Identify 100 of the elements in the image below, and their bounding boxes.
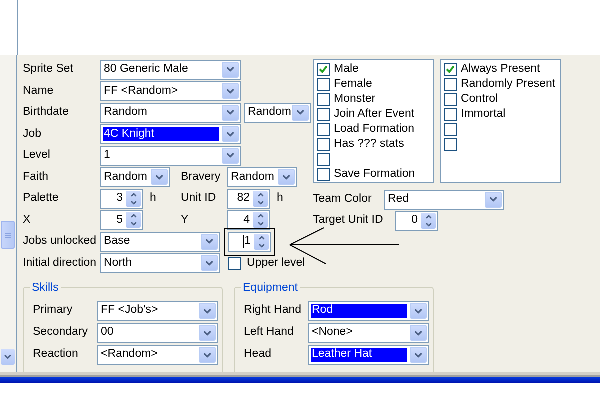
dropdown-button[interactable] bbox=[199, 325, 216, 341]
checkbox[interactable] bbox=[317, 93, 330, 106]
dropdown-button[interactable] bbox=[292, 104, 309, 121]
dropdown[interactable]: <Random> bbox=[97, 345, 218, 365]
checkbox-label: Randomly Present bbox=[461, 76, 556, 92]
checkbox[interactable] bbox=[317, 123, 330, 136]
dropdown[interactable]: 1 bbox=[100, 146, 241, 166]
dropdown-button[interactable] bbox=[278, 169, 295, 186]
spin-field[interactable]: 4 bbox=[227, 210, 270, 230]
spin-buttons[interactable] bbox=[126, 212, 141, 228]
checkbox-label: Immortal bbox=[461, 106, 506, 122]
dropdown[interactable]: 00 bbox=[97, 323, 218, 343]
field-label: Target Unit ID bbox=[313, 212, 384, 228]
checkbox[interactable] bbox=[444, 138, 457, 151]
spin-value: 0 bbox=[410, 212, 419, 228]
scrollbar[interactable] bbox=[0, 55, 17, 372]
checkbox[interactable] bbox=[444, 123, 457, 136]
dropdown[interactable]: Rod bbox=[308, 301, 429, 321]
dropdown-button[interactable] bbox=[201, 255, 218, 272]
spin-field[interactable]: 5 bbox=[100, 210, 143, 230]
dropdown[interactable]: Random bbox=[244, 102, 311, 123]
dropdown-button[interactable] bbox=[485, 192, 502, 208]
field-label: Y bbox=[181, 212, 190, 228]
checkbox[interactable] bbox=[317, 108, 330, 121]
dropdown-button[interactable] bbox=[222, 148, 239, 164]
dropdown-value: Red bbox=[387, 192, 410, 207]
field-label: Name bbox=[23, 84, 55, 99]
field-label: Bravery bbox=[181, 170, 222, 185]
field-label: Head bbox=[244, 347, 272, 362]
dropdown-value: Random bbox=[103, 170, 148, 185]
checkbox[interactable] bbox=[317, 78, 330, 91]
scrollbar-thumb[interactable] bbox=[1, 221, 15, 249]
field-label: X bbox=[23, 212, 32, 228]
field-label: Left Hand bbox=[244, 325, 295, 340]
checkmark-icon bbox=[446, 65, 455, 74]
dropdown-button[interactable] bbox=[410, 325, 427, 341]
dropdown[interactable]: FF <Job's> bbox=[97, 301, 218, 321]
dropdown[interactable]: Random bbox=[100, 167, 170, 188]
dropdown-value: Random bbox=[247, 105, 291, 120]
spin-field[interactable]: 3 bbox=[100, 188, 143, 209]
spin-field[interactable]: 0 bbox=[395, 210, 438, 230]
field-label: Initial direction bbox=[23, 256, 98, 271]
checkmark-icon bbox=[319, 65, 328, 74]
checkbox[interactable] bbox=[444, 63, 457, 76]
dropdown[interactable]: <None> bbox=[308, 323, 429, 343]
checkbox-label: Save Formation bbox=[334, 166, 416, 182]
field-label: Level bbox=[23, 148, 52, 164]
checkbox[interactable] bbox=[317, 168, 330, 181]
dropdown[interactable]: Red bbox=[384, 190, 504, 210]
checkbox-label: Upper level bbox=[247, 256, 306, 271]
spin-buttons[interactable] bbox=[254, 234, 269, 250]
dropdown[interactable]: 4C Knight bbox=[100, 124, 241, 144]
dropdown-button[interactable] bbox=[199, 303, 216, 319]
dropdown-value: FF <Random> bbox=[103, 84, 180, 99]
spin-buttons[interactable] bbox=[126, 190, 141, 207]
checkbox-label: Control bbox=[461, 92, 498, 107]
spin-buttons[interactable] bbox=[421, 212, 436, 228]
dropdown-button[interactable] bbox=[201, 234, 218, 250]
field-label: Team Color bbox=[313, 192, 373, 207]
chevron-down-icon bbox=[3, 352, 13, 362]
checkbox[interactable] bbox=[444, 108, 457, 121]
dropdown-value: FF <Job's> bbox=[100, 303, 160, 318]
dropdown-value: 00 bbox=[100, 325, 115, 340]
checkbox-label: Male bbox=[334, 62, 359, 77]
dropdown[interactable]: Base bbox=[100, 232, 220, 252]
dropdown[interactable]: Random bbox=[100, 102, 241, 123]
checkbox-label: Female bbox=[334, 76, 372, 92]
dropdown-button[interactable] bbox=[410, 347, 427, 363]
spin-value: 82 bbox=[236, 191, 251, 206]
checkbox[interactable] bbox=[317, 138, 330, 151]
dropdown-button[interactable] bbox=[222, 104, 239, 121]
spin-field[interactable]: 1 bbox=[228, 232, 271, 252]
spin-buttons[interactable] bbox=[253, 212, 268, 228]
scroll-down-button[interactable] bbox=[1, 349, 15, 365]
field-label: Birthdate bbox=[23, 105, 70, 120]
dropdown-button[interactable] bbox=[222, 62, 239, 78]
dropdown-value: Base bbox=[103, 234, 132, 250]
dropdown[interactable]: North bbox=[100, 253, 220, 274]
checkbox[interactable] bbox=[228, 256, 241, 270]
checkbox[interactable] bbox=[317, 63, 330, 76]
spin-field[interactable]: 82 bbox=[227, 188, 270, 209]
dropdown[interactable]: Leather Hat bbox=[308, 345, 429, 365]
dropdown-button[interactable] bbox=[222, 83, 239, 100]
dropdown[interactable]: 80 Generic Male bbox=[100, 60, 241, 80]
dropdown-button[interactable] bbox=[151, 169, 168, 186]
dropdown-button[interactable] bbox=[222, 126, 239, 142]
unit-label: h bbox=[277, 191, 284, 206]
field-label: Job bbox=[23, 126, 43, 142]
dropdown[interactable]: FF <Random> bbox=[100, 81, 241, 102]
checkbox-label: Load Formation bbox=[334, 122, 415, 137]
checkbox[interactable] bbox=[444, 93, 457, 106]
dropdown-button[interactable] bbox=[410, 303, 427, 319]
dropdown-button[interactable] bbox=[199, 347, 216, 363]
checkbox[interactable] bbox=[444, 78, 457, 91]
spin-value: 3 bbox=[116, 191, 124, 206]
dropdown-value: <Random> bbox=[100, 347, 159, 362]
dropdown[interactable]: Random bbox=[227, 167, 297, 188]
spin-buttons[interactable] bbox=[253, 190, 268, 207]
checkbox[interactable] bbox=[317, 153, 330, 166]
field-label: Primary bbox=[33, 303, 74, 318]
